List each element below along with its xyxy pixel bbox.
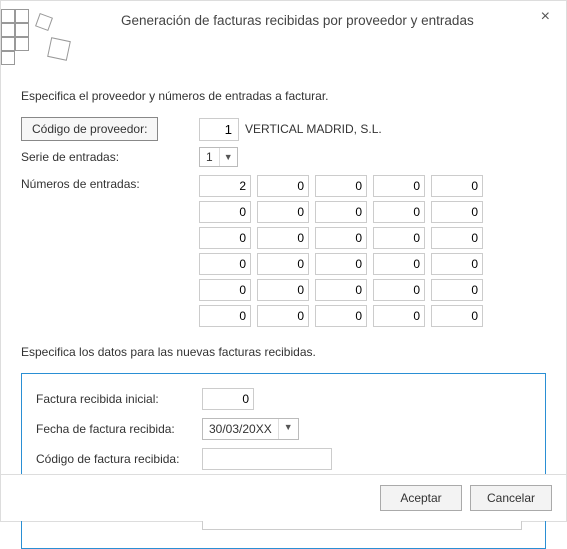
invoice-date-label: Fecha de factura recibida: <box>36 422 202 436</box>
series-dropdown[interactable]: 1 ▼ <box>199 147 238 167</box>
supplier-code-input[interactable] <box>199 118 239 141</box>
series-label: Serie de entradas: <box>21 150 199 164</box>
invoice-date-picker[interactable]: 30/03/20XX ▼ <box>202 418 299 440</box>
entry-number-input[interactable] <box>199 175 251 197</box>
invoice-code-input[interactable] <box>202 448 332 470</box>
entry-number-input[interactable] <box>257 227 309 249</box>
entry-number-input[interactable] <box>315 305 367 327</box>
entry-number-input[interactable] <box>257 175 309 197</box>
entry-number-input[interactable] <box>257 201 309 223</box>
invoice-date-value: 30/03/20XX <box>203 419 278 439</box>
chevron-down-icon: ▼ <box>278 419 298 439</box>
dialog-title: Generación de facturas recibidas por pro… <box>81 9 537 28</box>
entry-number-input[interactable] <box>373 279 425 301</box>
entry-number-input[interactable] <box>431 253 483 275</box>
entry-number-input[interactable] <box>431 305 483 327</box>
entry-number-input[interactable] <box>315 201 367 223</box>
chevron-down-icon: ▼ <box>219 148 237 166</box>
invoice-code-label: Código de factura recibida: <box>36 452 202 466</box>
numbers-label: Números de entradas: <box>21 173 199 191</box>
entry-number-input[interactable] <box>199 253 251 275</box>
entry-number-input[interactable] <box>257 305 309 327</box>
initial-invoice-input[interactable] <box>202 388 254 410</box>
entry-numbers-grid <box>199 175 546 327</box>
cancel-button[interactable]: Cancelar <box>470 485 552 511</box>
entry-number-input[interactable] <box>199 305 251 327</box>
entry-number-input[interactable] <box>373 305 425 327</box>
app-logo <box>1 9 81 69</box>
invoice-panel: Factura recibida inicial: Fecha de factu… <box>21 373 546 549</box>
entry-number-input[interactable] <box>431 201 483 223</box>
entry-number-input[interactable] <box>315 253 367 275</box>
entry-number-input[interactable] <box>431 227 483 249</box>
section1-intro: Especifica el proveedor y números de ent… <box>21 89 546 103</box>
initial-invoice-label: Factura recibida inicial: <box>36 392 202 406</box>
entry-number-input[interactable] <box>431 279 483 301</box>
entry-number-input[interactable] <box>315 227 367 249</box>
entry-number-input[interactable] <box>257 279 309 301</box>
series-value: 1 <box>200 148 219 166</box>
entry-number-input[interactable] <box>431 175 483 197</box>
accept-button[interactable]: Aceptar <box>380 485 462 511</box>
entry-number-input[interactable] <box>315 175 367 197</box>
entry-number-input[interactable] <box>373 201 425 223</box>
entry-number-input[interactable] <box>199 201 251 223</box>
entry-number-input[interactable] <box>373 253 425 275</box>
close-icon[interactable]: × <box>537 9 554 25</box>
entry-number-input[interactable] <box>199 279 251 301</box>
entry-number-input[interactable] <box>199 227 251 249</box>
section2-intro: Especifica los datos para las nuevas fac… <box>21 345 546 359</box>
dialog-footer: Aceptar Cancelar <box>1 474 566 521</box>
supplier-name: VERTICAL MADRID, S.L. <box>245 122 382 136</box>
entry-number-input[interactable] <box>373 175 425 197</box>
entry-number-input[interactable] <box>257 253 309 275</box>
entry-number-input[interactable] <box>373 227 425 249</box>
dialog-header: Generación de facturas recibidas por pro… <box>1 1 566 69</box>
entry-number-input[interactable] <box>315 279 367 301</box>
supplier-code-button[interactable]: Código de proveedor: <box>21 117 158 141</box>
